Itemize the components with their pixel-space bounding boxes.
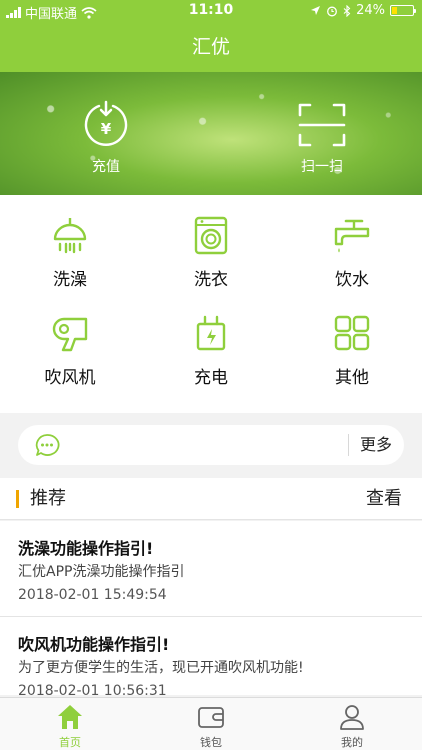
home-icon	[58, 705, 82, 729]
article-list: 洗澡功能操作指引! 汇优APP洗澡功能操作指引 2018-02-01 15:49…	[0, 521, 422, 695]
section-marker	[16, 490, 19, 508]
washing-machine-icon	[194, 216, 228, 255]
tab-label: 我的	[341, 736, 363, 749]
service-laundry[interactable]: 洗衣	[141, 215, 281, 290]
service-other[interactable]: 其他	[282, 313, 422, 388]
service-label: 洗澡	[53, 270, 87, 290]
service-label: 吹风机	[44, 368, 96, 388]
location-icon	[311, 6, 321, 15]
tab-bar: 首页 钱包 我的	[0, 697, 422, 750]
charger-icon	[196, 315, 226, 351]
status-bar: 中国联通 11:10 24%	[0, 0, 422, 22]
bluetooth-icon	[343, 4, 351, 17]
article-desc: 为了更方便学生的生活，现已开通吹风机功能!	[18, 660, 304, 676]
recharge-button[interactable]: ¥ 充值	[66, 100, 146, 176]
scan-label: 扫一扫	[301, 159, 343, 175]
article-item[interactable]: 洗澡功能操作指引! 汇优APP洗澡功能操作指引 2018-02-01 15:49…	[0, 521, 422, 617]
banner: ¥ 充值 扫一扫	[0, 72, 422, 195]
recommend-title: 推荐	[30, 488, 66, 509]
status-right: 24%	[310, 3, 416, 18]
tab-home[interactable]: 首页	[0, 702, 140, 750]
service-label: 其他	[335, 368, 369, 388]
article-title: 吹风机功能操作指引!	[18, 635, 170, 654]
service-label: 洗衣	[194, 270, 228, 290]
alarm-icon	[327, 6, 338, 16]
battery-percent: 24%	[356, 3, 385, 18]
article-time: 2018-02-01 10:56:31	[18, 683, 167, 695]
recharge-label: 充值	[92, 159, 120, 175]
tab-label: 钱包	[200, 736, 222, 749]
scan-icon	[298, 103, 346, 147]
recharge-icon: ¥	[84, 100, 128, 146]
more-button[interactable]: 更多	[360, 425, 392, 465]
service-charging[interactable]: 充电	[141, 313, 281, 388]
tab-wallet[interactable]: 钱包	[141, 702, 281, 750]
service-label: 饮水	[335, 270, 369, 290]
article-item[interactable]: 吹风机功能操作指引! 为了更方便学生的生活，现已开通吹风机功能! 2018-02…	[0, 617, 422, 695]
tab-mine[interactable]: 我的	[282, 702, 422, 750]
service-label: 充电	[194, 368, 228, 388]
hair-dryer-icon	[52, 317, 88, 352]
tab-label: 首页	[59, 736, 81, 749]
faucet-icon	[334, 219, 370, 253]
service-hair-dryer[interactable]: 吹风机	[0, 313, 140, 388]
svg-text:¥: ¥	[101, 120, 112, 138]
grid-icon	[334, 315, 370, 351]
notice-bar[interactable]: 更多	[18, 425, 404, 465]
view-all-button[interactable]: 查看	[366, 478, 402, 520]
notice-divider	[348, 434, 349, 456]
shower-icon	[53, 218, 87, 254]
article-desc: 汇优APP洗澡功能操作指引	[18, 564, 185, 580]
service-shower[interactable]: 洗澡	[0, 215, 140, 290]
article-time: 2018-02-01 15:49:54	[18, 587, 167, 603]
scan-button[interactable]: 扫一扫	[282, 100, 362, 176]
user-icon	[340, 705, 364, 730]
nav-title: 汇优	[0, 22, 422, 72]
service-water[interactable]: 饮水	[282, 215, 422, 290]
recommend-header: 推荐 查看	[0, 478, 422, 520]
message-bubble-icon	[35, 434, 60, 456]
wallet-icon	[198, 707, 224, 728]
battery-icon	[390, 5, 416, 16]
article-title: 洗澡功能操作指引!	[18, 539, 154, 558]
services-grid: 洗澡 洗衣 饮水 吹风机 充电 其他	[0, 195, 422, 413]
